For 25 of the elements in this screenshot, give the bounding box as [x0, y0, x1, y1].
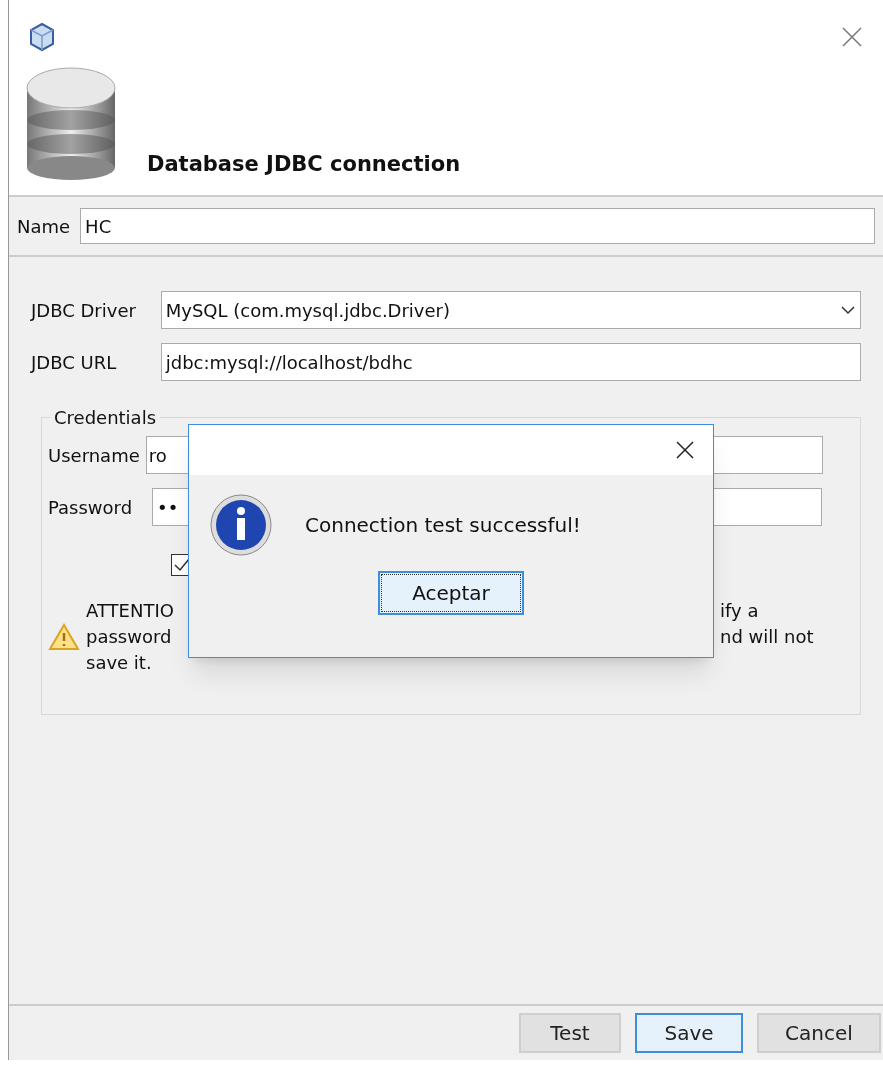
warning-text: ify a [720, 599, 760, 623]
warning-text: save it. [86, 651, 153, 675]
dialog-button[interactable]: Test [519, 1013, 621, 1053]
dropdown-field[interactable]: MySQL (com.mysql.jdbc.Driver) [160, 291, 861, 329]
warning-text: password [86, 625, 173, 649]
field-label: JDBC Driver [31, 298, 137, 323]
close-icon[interactable] [675, 440, 695, 460]
field-label: Username [48, 443, 140, 468]
dialog-button[interactable]: Save [635, 1013, 743, 1053]
header-title: Database JDBC connection [147, 150, 461, 178]
field-label: Password [48, 495, 133, 520]
warning-text: nd will not [720, 625, 815, 649]
input-field[interactable]: HC [80, 208, 875, 244]
field-label: Name [17, 214, 71, 239]
dialog-message: Connection test successful! [305, 512, 581, 539]
database-icon [23, 66, 119, 182]
warning-text: ATTENTIO [86, 599, 174, 623]
info-icon [209, 493, 273, 557]
dialog-button[interactable]: Cancel [757, 1013, 881, 1053]
input-field[interactable]: jdbc:mysql://localhost/bdhc [160, 343, 861, 381]
ok-button[interactable]: Aceptar [378, 571, 524, 615]
field-label: JDBC URL [31, 350, 118, 375]
cube-icon [29, 22, 55, 52]
warning-icon [48, 623, 80, 651]
chevron-icon [840, 305, 856, 315]
